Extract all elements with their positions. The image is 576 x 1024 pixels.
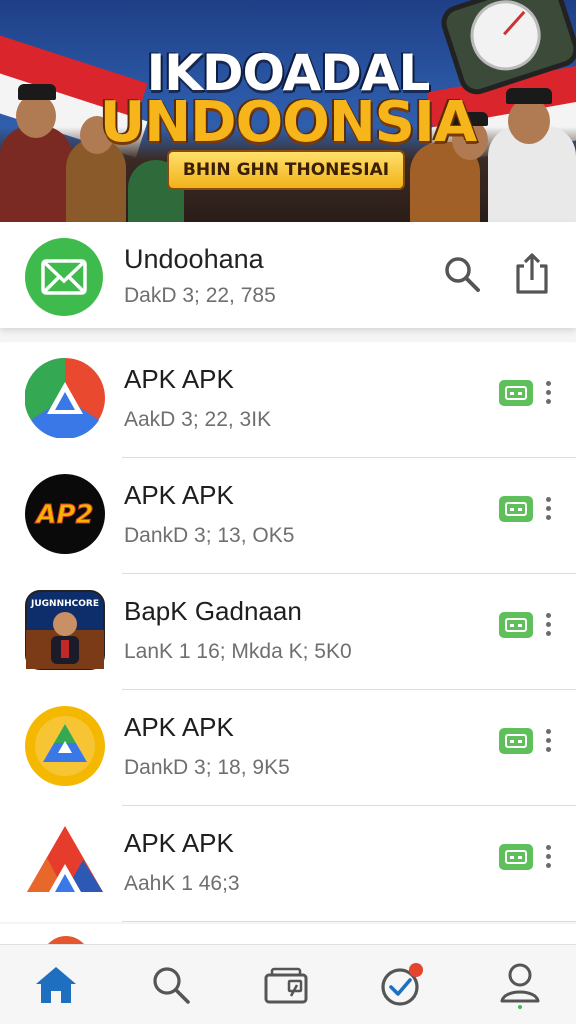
nav-updates[interactable]: [376, 959, 428, 1011]
featured-app-subtitle: DakD 3; 22, 785: [124, 284, 276, 307]
list-item[interactable]: APK APK DankD 3; 18, 9K5: [0, 690, 576, 806]
envelope-logo-icon: [41, 259, 87, 295]
apps-icon: [264, 967, 308, 1004]
app-title: APK APK: [124, 364, 234, 394]
promo-banner[interactable]: IKDOADAL UNDOONSIA BHIN GHN THONESIAI: [0, 0, 576, 222]
multicolor-triangle-icon: [24, 357, 105, 439]
app-icon-partial: [42, 936, 90, 944]
install-button[interactable]: [499, 496, 533, 522]
download-card-icon: [505, 734, 527, 748]
featured-app-card[interactable]: Undoohana DakD 3; 22, 785: [0, 222, 576, 328]
banner-ribbon: BHIN GHN THONESIAI: [167, 150, 405, 190]
share-icon: [516, 253, 548, 294]
nav-profile[interactable]: [494, 959, 546, 1011]
app-title: APK APK: [124, 480, 234, 510]
app-subtitle: DankD 3; 18, 9K5: [124, 756, 290, 779]
svg-text:AP2: AP2: [34, 500, 93, 530]
bottom-navigation: [0, 944, 576, 1024]
app-logo: [25, 238, 103, 316]
list-item[interactable]: AP2 APK APK DankD 3; 13, OK5: [0, 458, 576, 574]
app-subtitle: DankD 3; 13, OK5: [124, 524, 295, 547]
list-item-partial[interactable]: [0, 924, 576, 944]
more-options-icon[interactable]: [540, 378, 556, 410]
app-subtitle: AakD 3; 22, 3IK: [124, 408, 272, 431]
ap2-logo-icon: AP2: [25, 474, 105, 554]
list-item[interactable]: APK APK AahK 1 46;3: [0, 806, 576, 922]
install-button[interactable]: [499, 844, 533, 870]
search-icon: [153, 967, 190, 1004]
nav-apps[interactable]: [260, 959, 312, 1011]
list-item[interactable]: JUGNNHCORE BapK Gadnaan LanK 1 16; Mkda …: [0, 574, 576, 690]
app-title: APK APK: [124, 828, 234, 858]
share-button[interactable]: [506, 248, 558, 300]
download-card-icon: [505, 386, 527, 400]
divider: [122, 921, 576, 922]
profile-icon: [500, 963, 540, 1009]
red-blue-triangle-icon: [25, 822, 105, 902]
app-subtitle: AahK 1 46;3: [124, 872, 240, 895]
home-icon: [36, 967, 76, 1003]
search-button[interactable]: [436, 248, 488, 300]
game-poster-icon: JUGNNHCORE: [25, 590, 105, 670]
app-title: APK APK: [124, 712, 234, 742]
drive-triangle-icon: [25, 706, 105, 786]
nav-search[interactable]: [145, 959, 197, 1011]
more-options-icon[interactable]: [540, 494, 556, 526]
featured-app-title: Undoohana: [124, 244, 264, 274]
download-card-icon: [505, 502, 527, 516]
app-title: BapK Gadnaan: [124, 596, 302, 626]
install-button[interactable]: [499, 380, 533, 406]
update-check-icon: [381, 963, 423, 1006]
app-subtitle: LanK 1 16; Mkda K; 5K0: [124, 640, 352, 663]
more-options-icon[interactable]: [540, 842, 556, 874]
search-icon: [445, 257, 480, 292]
svg-text:JUGNNHCORE: JUGNNHCORE: [30, 599, 99, 609]
banner-title-line2: UNDOONSIA: [99, 90, 477, 155]
notification-badge: [409, 963, 423, 977]
nav-home[interactable]: [30, 959, 82, 1011]
install-button[interactable]: [499, 728, 533, 754]
list-item[interactable]: APK APK AakD 3; 22, 3IK: [0, 342, 576, 458]
more-options-icon[interactable]: [540, 610, 556, 642]
app-list: APK APK AakD 3; 22, 3IK AP2 APK APK Dank…: [0, 342, 576, 922]
download-card-icon: [505, 850, 527, 864]
install-button[interactable]: [499, 612, 533, 638]
download-card-icon: [505, 618, 527, 632]
more-options-icon[interactable]: [540, 726, 556, 758]
